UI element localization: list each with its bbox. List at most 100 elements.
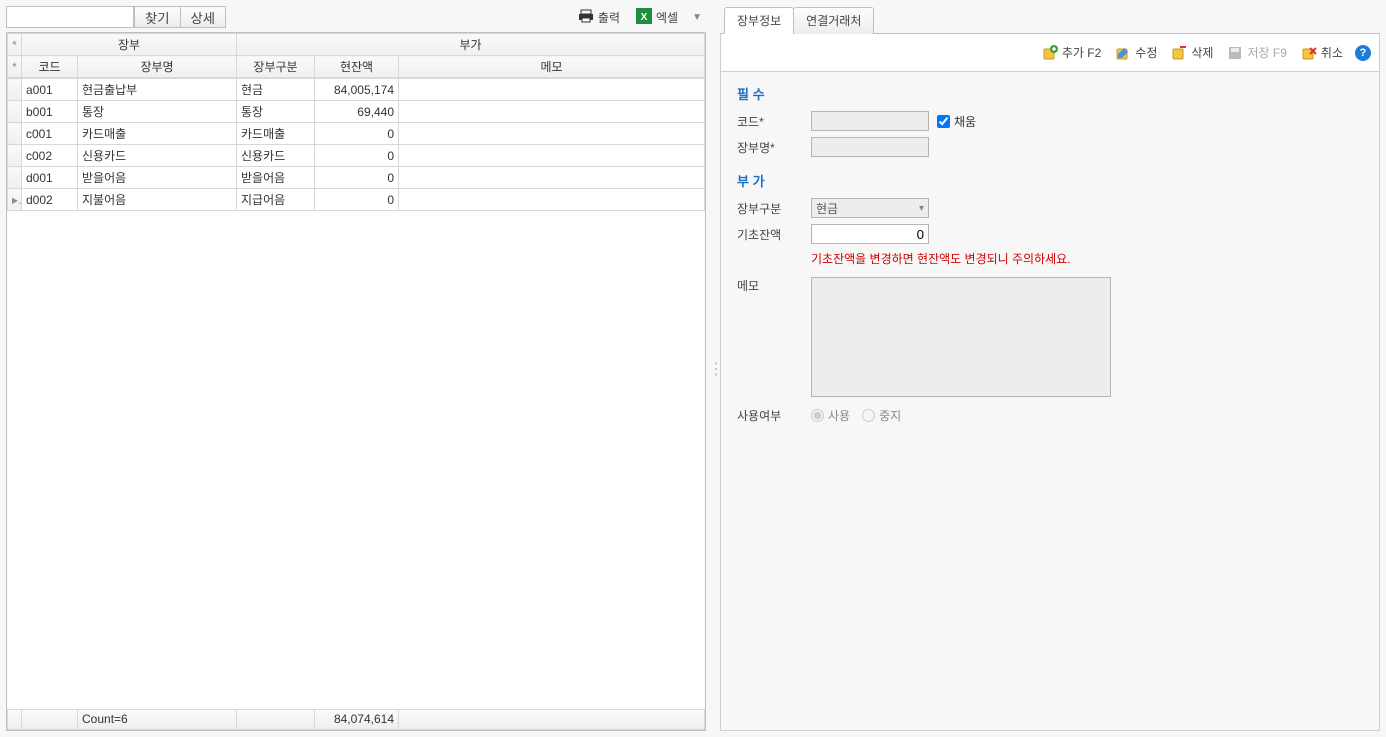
row-indicator: [8, 167, 22, 189]
cell-balance: 0: [315, 145, 399, 167]
add-icon: [1042, 45, 1058, 61]
radio-stop-label: 중지: [879, 407, 901, 424]
row-indicator: [8, 79, 22, 101]
footer-blank-type: [237, 710, 315, 730]
cell-name: 지불어음: [78, 189, 237, 211]
footer-indicator: [8, 710, 22, 730]
ledger-grid: * 장부 부가 * 코드 장부명 장부구분 현잔액 메모: [6, 32, 706, 731]
cancel-button[interactable]: 취소: [1295, 42, 1349, 63]
table-row[interactable]: c001카드매출카드매출0: [8, 123, 705, 145]
type-select-value: 현금: [816, 200, 838, 217]
radio-use-label: 사용: [828, 407, 850, 424]
section-required: 필 수: [737, 84, 1363, 103]
radio-use-wrap[interactable]: 사용: [811, 407, 850, 424]
detail-button[interactable]: 상세: [181, 6, 227, 28]
excel-button[interactable]: X 엑셀: [630, 6, 684, 28]
save-button: 저장 F9: [1221, 42, 1292, 63]
edit-icon: [1115, 45, 1131, 61]
cell-memo: [399, 79, 705, 101]
cell-memo: [399, 145, 705, 167]
splitter[interactable]: [712, 0, 720, 737]
cell-type: 현금: [237, 79, 315, 101]
cell-memo: [399, 101, 705, 123]
fill-checkbox[interactable]: [937, 115, 950, 128]
header-indicator-2: *: [8, 56, 22, 78]
col-header-memo[interactable]: 메모: [399, 56, 705, 78]
radio-stop-wrap[interactable]: 중지: [862, 407, 901, 424]
cell-name: 현금출납부: [78, 79, 237, 101]
col-header-code[interactable]: 코드: [22, 56, 78, 78]
name-field[interactable]: [811, 137, 929, 157]
fill-checkbox-label: 채움: [954, 113, 976, 130]
excel-icon: X: [636, 8, 652, 27]
cell-type: 신용카드: [237, 145, 315, 167]
radio-use[interactable]: [811, 409, 824, 422]
cell-balance: 69,440: [315, 101, 399, 123]
cell-type: 통장: [237, 101, 315, 123]
label-type: 장부구분: [737, 200, 811, 217]
label-name: 장부명*: [737, 139, 811, 156]
cell-balance: 0: [315, 167, 399, 189]
table-row[interactable]: d001받을어음받을어음0: [8, 167, 705, 189]
row-indicator: [8, 123, 22, 145]
header-indicator: *: [8, 34, 22, 56]
header-group-extra: 부가: [237, 34, 705, 56]
label-code: 코드*: [737, 113, 811, 130]
right-panel: 장부정보 연결거래처 추가 F2 수정: [720, 0, 1386, 737]
table-row[interactable]: b001통장통장69,440: [8, 101, 705, 123]
cell-code: d002: [22, 189, 78, 211]
excel-label: 엑셀: [656, 9, 678, 26]
cell-code: c001: [22, 123, 78, 145]
detail-form: 필 수 코드* 채움 장부명* 부 가 장부구분: [720, 72, 1380, 731]
footer-blank-memo: [399, 710, 705, 730]
tab-linked-partner[interactable]: 연결거래처: [793, 7, 874, 34]
add-button[interactable]: 추가 F2: [1036, 42, 1107, 63]
col-header-name[interactable]: 장부명: [78, 56, 237, 78]
section-extra: 부 가: [737, 171, 1363, 190]
cell-name: 통장: [78, 101, 237, 123]
row-indicator: [8, 145, 22, 167]
delete-icon: [1171, 45, 1187, 61]
code-field[interactable]: [811, 111, 929, 131]
excel-dropdown-arrow[interactable]: ▼: [688, 12, 706, 23]
cell-type: 받을어음: [237, 167, 315, 189]
left-panel: 찾기 상세 출력 X 엑셀 ▼: [0, 0, 712, 737]
save-icon: [1227, 45, 1243, 61]
cell-memo: [399, 123, 705, 145]
cell-type: 카드매출: [237, 123, 315, 145]
top-search-bar: 찾기 상세 출력 X 엑셀 ▼: [6, 6, 706, 28]
cell-memo: [399, 167, 705, 189]
chevron-down-icon: ▾: [919, 203, 924, 214]
cell-balance: 0: [315, 123, 399, 145]
print-label: 출력: [598, 9, 620, 26]
footer-blank-code: [22, 710, 78, 730]
base-balance-field[interactable]: [811, 224, 929, 244]
fill-checkbox-wrap[interactable]: 채움: [937, 113, 976, 130]
print-button[interactable]: 출력: [572, 6, 626, 28]
table-row[interactable]: c002신용카드신용카드0: [8, 145, 705, 167]
radio-stop[interactable]: [862, 409, 875, 422]
detail-toolbar: 추가 F2 수정 삭제: [720, 34, 1380, 72]
label-base: 기초잔액: [737, 226, 811, 243]
delete-button[interactable]: 삭제: [1165, 42, 1219, 63]
label-memo: 메모: [737, 277, 811, 294]
cell-code: c002: [22, 145, 78, 167]
memo-field[interactable]: [811, 277, 1111, 397]
edit-button[interactable]: 수정: [1109, 42, 1163, 63]
cell-name: 받을어음: [78, 167, 237, 189]
header-group-ledger: 장부: [22, 34, 237, 56]
tab-ledger-info[interactable]: 장부정보: [724, 7, 794, 34]
col-header-balance[interactable]: 현잔액: [315, 56, 399, 78]
printer-icon: [578, 8, 594, 27]
type-select[interactable]: 현금 ▾: [811, 198, 929, 218]
cell-name: 신용카드: [78, 145, 237, 167]
help-icon[interactable]: ?: [1355, 45, 1371, 61]
find-button[interactable]: 찾기: [134, 6, 181, 28]
cell-code: b001: [22, 101, 78, 123]
table-row[interactable]: ▸d002지불어음지급어음0: [8, 189, 705, 211]
table-row[interactable]: a001현금출납부현금84,005,174: [8, 79, 705, 101]
footer-count: Count=6: [78, 710, 237, 730]
cell-balance: 0: [315, 189, 399, 211]
search-input[interactable]: [6, 6, 134, 28]
col-header-type[interactable]: 장부구분: [237, 56, 315, 78]
